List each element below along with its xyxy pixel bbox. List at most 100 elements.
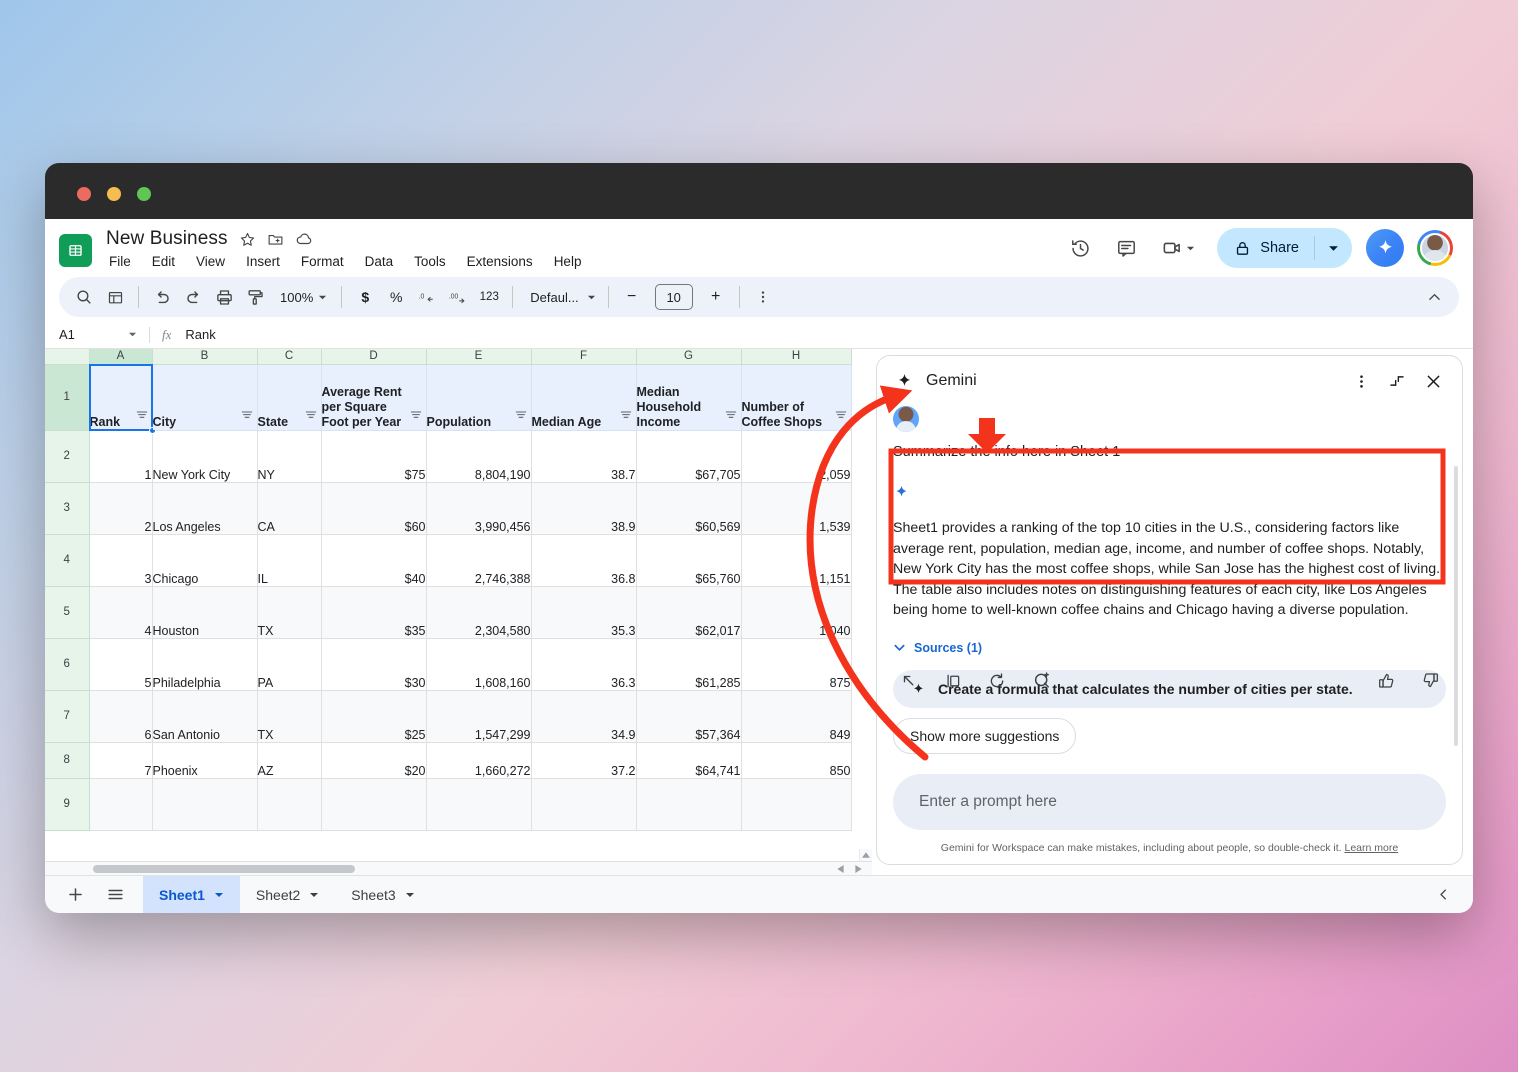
currency-format-button[interactable]: $: [350, 282, 380, 312]
row-header-8[interactable]: 8: [45, 741, 90, 779]
cell-D6[interactable]: $30: [320, 637, 427, 691]
copy-icon[interactable]: [937, 665, 969, 697]
cell-D9[interactable]: [320, 777, 427, 831]
cell-F1[interactable]: Median Age: [530, 363, 637, 431]
share-main-action[interactable]: Share: [1217, 228, 1314, 268]
cell-F2[interactable]: 38.7: [530, 429, 637, 483]
cell-B6[interactable]: Philadelphia: [151, 637, 258, 691]
font-family-selector[interactable]: Defaul...: [521, 282, 599, 312]
cell-F8[interactable]: 37.2: [530, 741, 637, 779]
print-icon[interactable]: [209, 282, 239, 312]
cell-D5[interactable]: $35: [320, 585, 427, 639]
cell-G2[interactable]: $67,705: [635, 429, 742, 483]
cell-B1[interactable]: City: [151, 363, 258, 431]
sources-toggle[interactable]: Sources (1): [893, 641, 1446, 655]
more-formats-button[interactable]: 123: [474, 282, 504, 312]
filter-icon[interactable]: [410, 409, 422, 424]
column-header-A[interactable]: A: [88, 349, 153, 365]
gemini-conversation[interactable]: Summarize the info here in Sheet 1 Sheet…: [877, 406, 1462, 746]
move-to-folder-icon[interactable]: [267, 231, 284, 248]
decrease-font-size-button[interactable]: −: [617, 282, 647, 312]
column-header-H[interactable]: H: [740, 349, 852, 365]
cell-G7[interactable]: $57,364: [635, 689, 742, 743]
cell-H8[interactable]: 850: [740, 741, 852, 779]
cell-B7[interactable]: San Antonio: [151, 689, 258, 743]
cell-E8[interactable]: 1,660,272: [425, 741, 532, 779]
cell-H5[interactable]: 1,040: [740, 585, 852, 639]
row-header-5[interactable]: 5: [45, 585, 90, 639]
share-dropdown-caret[interactable]: [1315, 243, 1352, 254]
cell-F9[interactable]: [530, 777, 637, 831]
cloud-saved-icon[interactable]: [295, 230, 313, 248]
paint-format-icon[interactable]: [240, 282, 270, 312]
cell-C1[interactable]: State: [256, 363, 322, 431]
cell-F6[interactable]: 36.3: [530, 637, 637, 691]
column-header-E[interactable]: E: [425, 349, 532, 365]
more-vertical-icon[interactable]: [1344, 364, 1378, 398]
cell-F5[interactable]: 35.3: [530, 585, 637, 639]
cell-G9[interactable]: [635, 777, 742, 831]
cell-C3[interactable]: CA: [256, 481, 322, 535]
cell-B3[interactable]: Los Angeles: [151, 481, 258, 535]
cell-H3[interactable]: 1,539: [740, 481, 852, 535]
column-header-B[interactable]: B: [151, 349, 258, 365]
cell-C5[interactable]: TX: [256, 585, 322, 639]
cell-H1[interactable]: Number of Coffee Shops: [740, 363, 852, 431]
cell-D7[interactable]: $25: [320, 689, 427, 743]
cell-E4[interactable]: 2,746,388: [425, 533, 532, 587]
star-icon[interactable]: [239, 231, 256, 248]
collapse-toolbar-icon[interactable]: [1419, 282, 1449, 312]
row-header-4[interactable]: 4: [45, 533, 90, 587]
gemini-button[interactable]: [1366, 229, 1404, 267]
cell-H4[interactable]: 1,151: [740, 533, 852, 587]
thumbs-down-icon[interactable]: [1414, 665, 1446, 697]
cell-F7[interactable]: 34.9: [530, 689, 637, 743]
cell-H7[interactable]: 849: [740, 689, 852, 743]
table-row[interactable]: 7 6 San Antonio TX $25 1,547,299 34.9 $5…: [45, 689, 852, 743]
horizontal-scrollbar[interactable]: [45, 861, 872, 875]
filter-icon[interactable]: [835, 409, 847, 424]
cell-D4[interactable]: $40: [320, 533, 427, 587]
cell-A6[interactable]: 5: [88, 637, 153, 691]
cell-A7[interactable]: 6: [88, 689, 153, 743]
percent-format-button[interactable]: %: [381, 282, 411, 312]
menu-insert[interactable]: Insert: [243, 253, 283, 270]
cell-H9[interactable]: [740, 777, 852, 831]
menu-file[interactable]: File: [106, 253, 134, 270]
column-header-G[interactable]: G: [635, 349, 742, 365]
cell-A3[interactable]: 2: [88, 481, 153, 535]
table-row[interactable]: 2 1 New York City NY $75 8,804,190 38.7 …: [45, 429, 852, 483]
show-more-suggestions-button[interactable]: Show more suggestions: [893, 718, 1077, 754]
cell-F3[interactable]: 38.9: [530, 481, 637, 535]
cell-B2[interactable]: New York City: [151, 429, 258, 483]
cell-C4[interactable]: IL: [256, 533, 322, 587]
menu-edit[interactable]: Edit: [149, 253, 178, 270]
cell-G3[interactable]: $60,569: [635, 481, 742, 535]
column-header-D[interactable]: D: [320, 349, 427, 365]
share-button[interactable]: Share: [1217, 228, 1352, 268]
cell-D8[interactable]: $20: [320, 741, 427, 779]
filter-icon[interactable]: [620, 409, 632, 424]
cell-B9[interactable]: [151, 777, 258, 831]
menu-data[interactable]: Data: [362, 253, 397, 270]
filter-icon[interactable]: [241, 409, 253, 424]
cell-A9[interactable]: [88, 777, 153, 831]
table-row[interactable]: 4 3 Chicago IL $40 2,746,388 36.8 $65,76…: [45, 533, 852, 587]
cell-H2[interactable]: 2,059: [740, 429, 852, 483]
all-sheets-icon[interactable]: [100, 282, 130, 312]
formula-input[interactable]: Rank: [185, 327, 215, 342]
comment-icon[interactable]: [1108, 230, 1144, 266]
cell-F4[interactable]: 36.8: [530, 533, 637, 587]
refine-icon[interactable]: [1025, 665, 1057, 697]
cell-B5[interactable]: Houston: [151, 585, 258, 639]
chevron-down-icon[interactable]: [128, 330, 137, 339]
cell-G1[interactable]: Median Household Income: [635, 363, 742, 431]
increase-font-size-button[interactable]: +: [701, 282, 731, 312]
redo-icon[interactable]: [178, 282, 208, 312]
window-minimize-button[interactable]: [107, 187, 121, 201]
cell-C8[interactable]: AZ: [256, 741, 322, 779]
learn-more-link[interactable]: Learn more: [1344, 842, 1398, 854]
cell-D2[interactable]: $75: [320, 429, 427, 483]
sheet-tab-sheet3[interactable]: Sheet3: [335, 876, 430, 914]
window-close-button[interactable]: [77, 187, 91, 201]
